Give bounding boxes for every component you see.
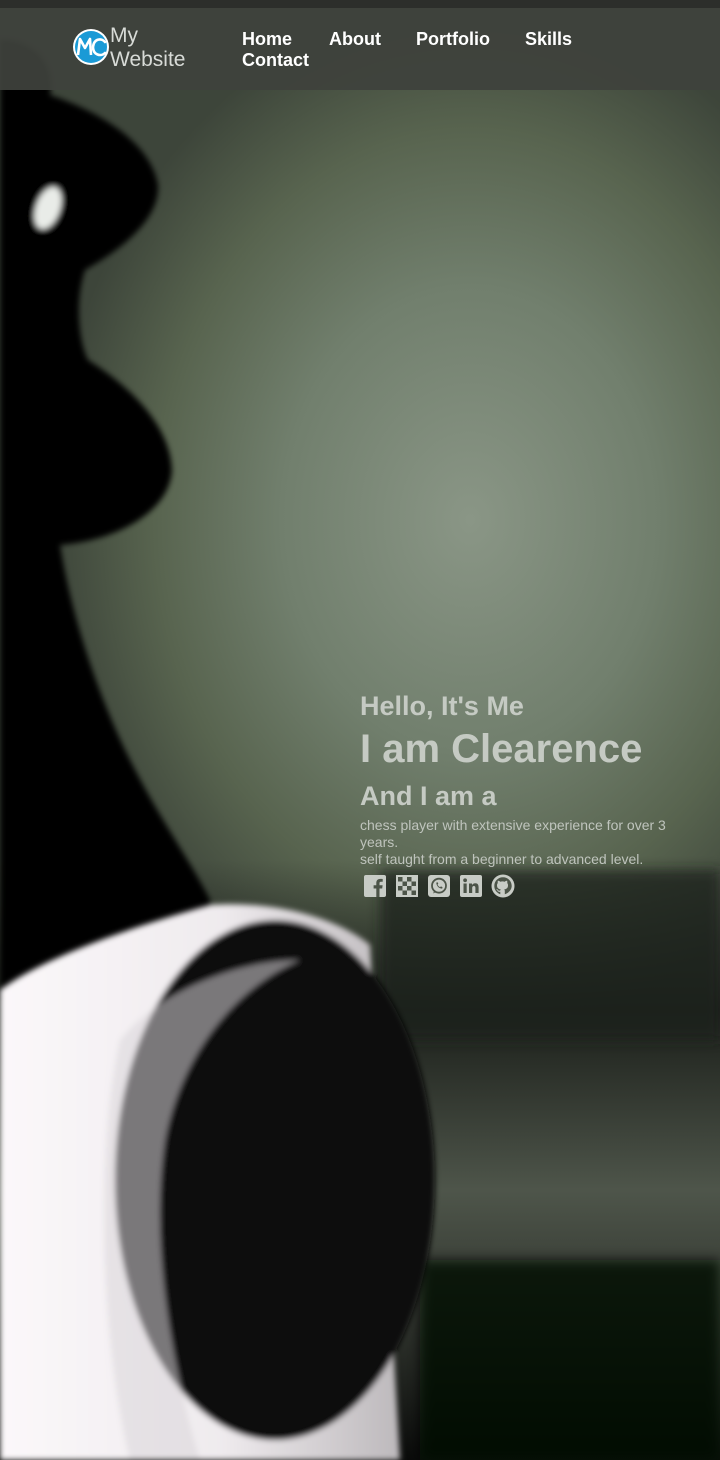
brand-line-1: My xyxy=(110,24,138,47)
hero-name: I am Clearence xyxy=(360,727,643,771)
site-brand[interactable]: My Website xyxy=(110,24,185,72)
hero-text: Hello, It's Me I am Clearence And I am a… xyxy=(360,688,700,898)
nav-about[interactable]: About xyxy=(329,28,381,50)
chess-board-icon[interactable] xyxy=(395,874,419,898)
hero-description-line-1: chess player with extensive experience f… xyxy=(360,817,666,850)
nav-portfolio[interactable]: Portfolio xyxy=(416,28,490,50)
nav-skills[interactable]: Skills xyxy=(525,28,572,50)
nav-home[interactable]: Home xyxy=(242,28,292,50)
hero-description: chess player with extensive experience f… xyxy=(360,817,700,868)
whatsapp-icon[interactable] xyxy=(427,874,451,898)
facebook-icon[interactable] xyxy=(363,874,387,898)
github-icon[interactable] xyxy=(491,874,515,898)
page: My Website Home About Portfolio Skills C… xyxy=(0,0,720,1460)
navbar: My Website Home About Portfolio Skills C… xyxy=(0,8,720,90)
social-links xyxy=(363,874,700,898)
nav-contact[interactable]: Contact xyxy=(242,49,309,71)
hero-role: And I am a xyxy=(360,781,497,811)
linkedin-icon[interactable] xyxy=(459,874,483,898)
hero-greeting: Hello, It's Me xyxy=(360,691,524,721)
hero-description-line-2: self taught from a beginner to advanced … xyxy=(360,851,644,867)
brand-line-2: Website xyxy=(110,48,186,71)
mc-logo-icon[interactable] xyxy=(72,28,110,66)
